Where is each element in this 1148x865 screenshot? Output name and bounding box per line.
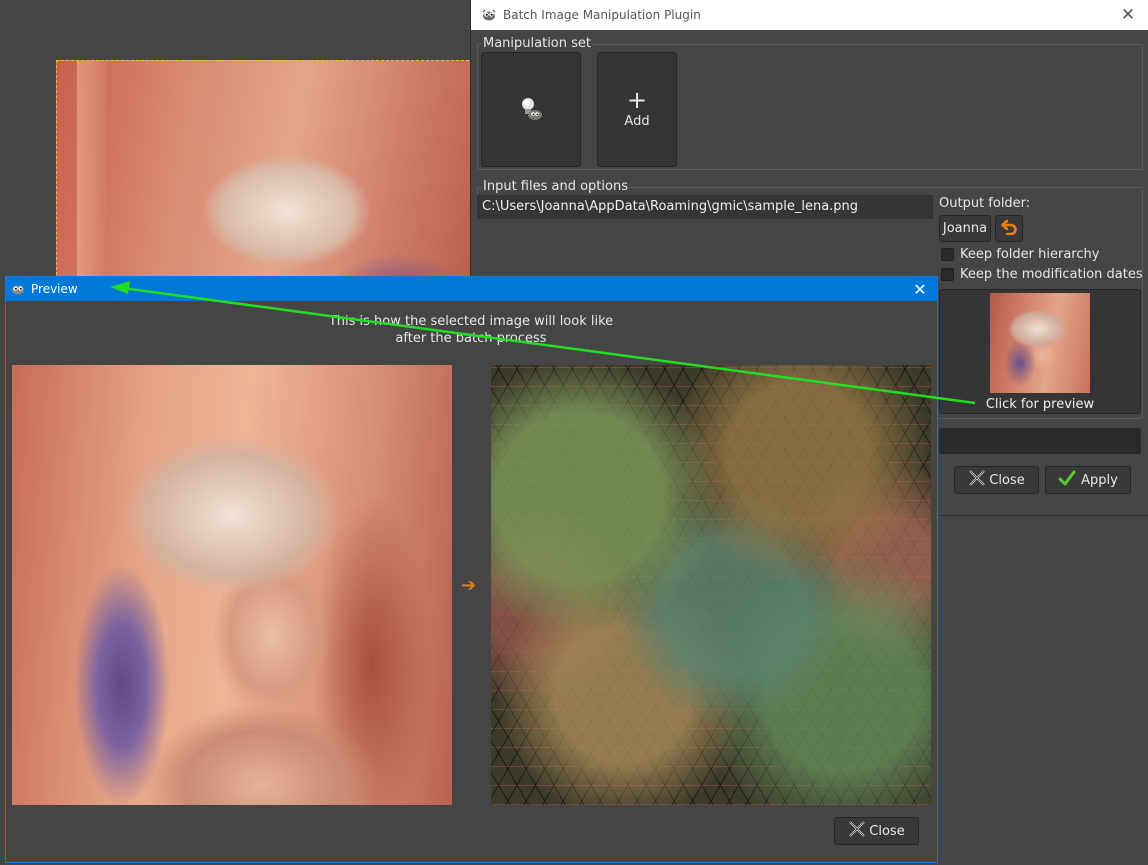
plus-icon: + xyxy=(626,86,648,114)
keep-dates-checkbox[interactable] xyxy=(941,268,954,281)
preview-caption: This is how the selected image will look… xyxy=(256,313,686,347)
preview-caption-line2: after the batch process xyxy=(395,331,547,346)
x-icon xyxy=(848,820,866,842)
canvas-image xyxy=(56,60,474,280)
preview-window: Preview ✕ This is how the selected image… xyxy=(5,276,938,863)
apply-label: Apply xyxy=(1081,472,1118,488)
progress-bar xyxy=(939,428,1141,454)
preview-thumbnail-image xyxy=(990,293,1090,393)
file-list[interactable]: C:\Users\Joanna\AppData\Roaming\gmic\sam… xyxy=(477,195,933,280)
bimp-close-label: Close xyxy=(989,472,1025,488)
preview-close-icon[interactable]: ✕ xyxy=(903,277,937,301)
canvas-image-detail xyxy=(77,61,107,279)
processed-image xyxy=(491,365,931,805)
keep-dates-row[interactable]: Keep the modification dates xyxy=(941,267,1143,282)
gimp-icon xyxy=(10,283,26,295)
manipulation-item[interactable] xyxy=(481,52,581,167)
x-icon xyxy=(968,469,986,491)
keep-hierarchy-row[interactable]: Keep folder hierarchy xyxy=(941,247,1099,262)
reset-folder-button[interactable] xyxy=(995,215,1023,242)
preview-window-title: Preview xyxy=(31,282,78,296)
bimp-close-button[interactable]: Close xyxy=(954,466,1039,494)
manipulation-set-label: Manipulation set xyxy=(481,36,594,51)
apply-button[interactable]: Apply xyxy=(1045,466,1131,494)
bulb-icon xyxy=(518,94,544,126)
preview-close-button[interactable]: Close xyxy=(834,817,919,845)
bimp-close-icon[interactable]: ✕ xyxy=(1108,0,1148,30)
add-manipulation-button[interactable]: + Add xyxy=(597,52,677,167)
preview-thumbnail-label: Click for preview xyxy=(985,397,1095,412)
preview-close-label: Close xyxy=(869,823,905,839)
add-label: Add xyxy=(624,114,650,129)
check-icon xyxy=(1058,470,1076,490)
preview-thumbnail-button[interactable]: Click for preview xyxy=(939,289,1141,414)
undo-icon xyxy=(1000,219,1018,239)
keep-dates-label: Keep the modification dates xyxy=(960,267,1143,282)
original-image xyxy=(12,365,452,805)
output-folder-button[interactable]: Joanna xyxy=(939,215,991,242)
input-files-label: Input files and options xyxy=(481,179,630,194)
preview-titlebar[interactable]: Preview ✕ xyxy=(6,277,937,301)
bimp-titlebar[interactable]: Batch Image Manipulation Plugin ✕ xyxy=(471,0,1148,30)
keep-hierarchy-label: Keep folder hierarchy xyxy=(960,247,1100,262)
file-list-item[interactable]: C:\Users\Joanna\AppData\Roaming\gmic\sam… xyxy=(477,195,933,219)
output-folder-label: Output folder: xyxy=(939,196,1031,211)
bimp-window-title: Batch Image Manipulation Plugin xyxy=(503,8,701,22)
preview-caption-line1: This is how the selected image will look… xyxy=(328,314,614,329)
keep-hierarchy-checkbox[interactable] xyxy=(941,248,954,261)
gimp-icon xyxy=(481,9,497,21)
arrow-right-icon: ➔ xyxy=(461,575,477,596)
